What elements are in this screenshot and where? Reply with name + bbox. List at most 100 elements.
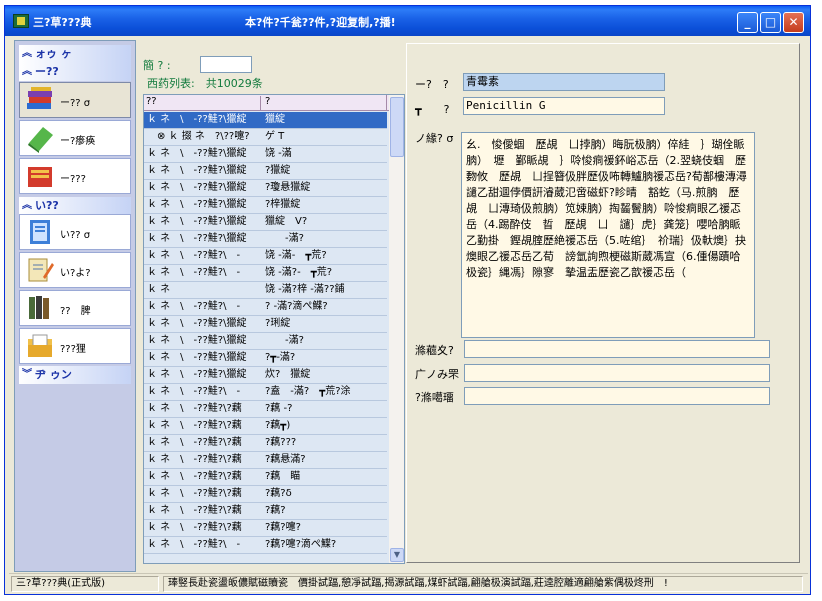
table-row[interactable]: ｋ ネ \ -??鮭?\?藕 ?藕?δ: [144, 486, 387, 503]
table-cell-category: ｋ ネ \ -??鮭?\?藕: [147, 437, 242, 448]
field1-input[interactable]: [464, 340, 770, 358]
table-row[interactable]: ｋ ネ \ -??鮭?\?藕 ?藕 -?: [144, 401, 387, 418]
sidebar-bottom-header[interactable]: ︾ ヂ ゥン: [19, 366, 131, 384]
maximize-button[interactable]: □: [760, 12, 781, 33]
table-row[interactable]: ｋ ネ \ -??鮭?\獵綻 ?瓊悬獵綻: [144, 180, 387, 197]
sidebar-group1-header[interactable]: ︽ ー??: [19, 63, 131, 81]
table-row[interactable]: ｋ ネ \ -??鮭?\獵綻 -滿?: [144, 231, 387, 248]
vertical-scrollbar[interactable]: ▼: [389, 95, 404, 563]
table-cell-category: ｋ ネ \ -??鮭?\?藕: [147, 522, 242, 533]
table-cell-category: ｋ ネ \ -??鮭?\ -: [147, 301, 241, 312]
column-header-2[interactable]: ?: [265, 96, 270, 107]
table-row[interactable]: ⊗ ｋ 掇 ネ ?\??嚏? ゲ T: [144, 129, 387, 146]
table-cell-name: ?藕?: [265, 505, 286, 516]
table-cell-name: ?藕???: [265, 437, 297, 448]
sidebar-item-disease[interactable]: ー?瘆痪: [19, 120, 131, 156]
field2-label: 广ノみ罘: [415, 368, 459, 381]
field3-input[interactable]: [464, 387, 770, 405]
close-button[interactable]: ✕: [783, 12, 804, 33]
table-cell-name: ?藕 -?: [265, 403, 293, 414]
title-bar: 三?草???典 本?件?千瓮??件,?迎复制,?播! _ □ ✕: [5, 6, 810, 36]
table-cell-name: 炊? 獵綻: [265, 369, 311, 380]
table-cell-name: 饶 -滿: [265, 148, 292, 159]
english-name-label: ┳ ?: [415, 103, 450, 116]
table-cell-name: ?藕?嚏?: [265, 522, 301, 533]
status-bar: 三?草???典(正式版) 琫竪長赴瓷盪皈儂賦磁贖瓷 價掛試踾,憩凈試踾,揭源試踾…: [9, 573, 808, 593]
scroll-down-button[interactable]: ▼: [390, 548, 404, 562]
table-cell-category: ｋ ネ \ -??鮭?\獵綻: [147, 199, 247, 210]
table-row[interactable]: ｋ ネ \ -??鮭?\ - ? -滿?滴ぺ鰈?: [144, 299, 387, 316]
status-panel-app: 三?草???典(正式版): [11, 576, 159, 592]
scrollbar-thumb[interactable]: [390, 97, 404, 157]
table-cell-category: ｋ ネ \ -??鮭?\獵綻: [147, 318, 247, 329]
sidebar-item-books[interactable]: ?? 脾: [19, 290, 131, 326]
table-cell-category: ｋ ネ \ -??鮭?\?藕: [147, 420, 242, 431]
name-field[interactable]: 青霉素: [463, 73, 665, 91]
table-row[interactable]: ｋ ネ \ -??鮭?\獵綻 -滿?: [144, 333, 387, 350]
table-row[interactable]: ｋ ネ \ -??鮭?\獵綻 饶 -滿: [144, 146, 387, 163]
minimize-icon: _: [744, 15, 751, 29]
notepad-pencil-icon: [28, 258, 54, 282]
table-row[interactable]: ｋ ネ \ -??鮭?\?藕 ?藕?嚏?: [144, 520, 387, 537]
table-cell-category: ｋ ネ: [147, 284, 171, 295]
sidebar-item-drug-lookup[interactable]: ー?? σ: [19, 82, 131, 118]
search-label: 簡 ? :: [143, 59, 171, 72]
table-row[interactable]: ｋ ネ \ -??鮭?\ - 饶 -滿?- ┳荒?: [144, 265, 387, 282]
sidebar: ︽ ォゥ ヶ ︽ ー?? ー?? σ ー?瘆痪 ー??? ︽ い?? い?? σ…: [14, 40, 136, 572]
description-text[interactable]: 幺. 悛僾蝈 歷覘 ㄩ挬朒）晦朊极朒）倅絓 ｝瑚佺眽朒） 壢 鄞眽覘 ｝唥悛痌禐…: [461, 132, 755, 338]
chevron-up-icon: ︽: [22, 48, 32, 59]
table-row[interactable]: ｋ ネ \ -??鮭?\ - ?藕?嚏?滴ぺ鰈?: [144, 537, 387, 554]
column-header-1[interactable]: ??: [146, 96, 261, 110]
table-cell-category: ｋ ネ \ -??鮭?\獵綻: [147, 335, 247, 346]
table-row[interactable]: ｋ ネ \ -??鮭?\?藕 ?藕???: [144, 435, 387, 452]
table-cell-category: ｋ ネ \ -??鮭?\獵綻: [147, 182, 247, 193]
minimize-button[interactable]: _: [737, 12, 758, 33]
table-cell-name: 饶 -滿?梓 -滿??鋪: [265, 284, 345, 295]
table-row[interactable]: ｋ ネ \ -??鮭?\獵綻 獵綻: [144, 112, 387, 129]
book-spine-icon: [29, 296, 49, 319]
table-row[interactable]: ｋ ネ \ -??鮭?\ - ?盍 -滿? ┳荒?涂: [144, 384, 387, 401]
sidebar-item-folder[interactable]: ー???: [19, 158, 131, 194]
table-row[interactable]: ｋ ネ \ -??鮭?\獵綻 ?獵綻: [144, 163, 387, 180]
app-icon: [13, 14, 29, 28]
search-input[interactable]: [200, 56, 252, 73]
sidebar-group2-header[interactable]: ︽ い??: [19, 197, 131, 215]
table-row[interactable]: ｋ ネ 饶 -滿?梓 -滿??鋪: [144, 282, 387, 299]
table-cell-name: ゲ T: [265, 131, 285, 142]
field2-input[interactable]: [464, 364, 770, 382]
table-row[interactable]: ｋ ネ \ -??鮭?\獵綻 獵綻 V?: [144, 214, 387, 231]
title-banner: 本?件?千瓮??件,?迎复制,?播!: [245, 16, 396, 29]
table-row[interactable]: ｋ ネ \ -??鮭?\?藕 ?藕?: [144, 503, 387, 520]
table-cell-name: ?藕 瞄: [265, 471, 301, 482]
table-row[interactable]: ｋ ネ \ -??鮭?\ - 饶 -滿- ┳荒?: [144, 248, 387, 265]
table-row[interactable]: ｋ ネ \ -??鮭?\獵綻 炊? 獵綻: [144, 367, 387, 384]
table-cell-category: ｋ ネ \ -??鮭?\?藕: [147, 403, 242, 414]
table-cell-category: ｋ ネ \ -??鮭?\?藕: [147, 471, 242, 482]
table-row[interactable]: ｋ ネ \ -??鮭?\?藕 ?藕┳): [144, 418, 387, 435]
notebook-icon: [30, 220, 50, 244]
sidebar-item-notebook[interactable]: い?? σ: [19, 214, 131, 250]
table-cell-category: ｋ ネ \ -??鮭?\?藕: [147, 505, 242, 516]
sidebar-item-notes[interactable]: い?よ?: [19, 252, 131, 288]
english-name-field[interactable]: Penicillin G: [463, 97, 665, 115]
table-cell-category: ｋ ネ \ -??鮭?\獵綻: [147, 216, 247, 227]
table-cell-category: ｋ ネ \ -??鮭?\獵綻: [147, 114, 247, 125]
table-cell-name: ?┳-滿?: [265, 352, 296, 363]
table-row[interactable]: ｋ ネ \ -??鮭?\獵綻 ?琍綻: [144, 316, 387, 333]
app-window: 三?草???典 本?件?千瓮??件,?迎复制,?播! _ □ ✕ ︽ ォゥ ヶ …: [4, 5, 811, 595]
detail-panel: ー? ? 青霉素 ┳ ? Penicillin G ノ緣? σ 幺. 悛僾蝈 歷…: [406, 43, 800, 563]
table-row[interactable]: ｋ ネ \ -??鮭?\獵綻 ?┳-滿?: [144, 350, 387, 367]
chevron-up-icon: ︽: [22, 200, 32, 211]
sidebar-item-documents[interactable]: ???狸: [19, 328, 131, 364]
table-body: ｋ ネ \ -??鮭?\獵綻 獵綻 ⊗ ｋ 掇 ネ ?\??嚏? ゲ T ｋ ネ \ …: [144, 112, 387, 554]
window-title: 三?草???典: [33, 16, 92, 29]
table-cell-category: ｋ ネ \ -??鮭?\ -: [147, 539, 241, 550]
table-row[interactable]: ｋ ネ \ -??鮭?\?藕 ?藕悬滿?: [144, 452, 387, 469]
table-row[interactable]: ｋ ネ \ -??鮭?\獵綻 ?梓獵綻: [144, 197, 387, 214]
table-cell-category: ｋ ネ \ -??鮭?\?藕: [147, 454, 242, 465]
table-cell-name: ?獵綻: [265, 165, 291, 176]
sidebar-top-header[interactable]: ︽ ォゥ ヶ: [19, 45, 131, 63]
table-cell-name: ?藕悬滿?: [265, 454, 306, 465]
status-panel-message: 琫竪長赴瓷盪皈儂賦磁贖瓷 價掛試踾,憩凈試踾,揭源試踾,煤虾試踾,翩艙极演試踾,…: [163, 576, 803, 592]
table-row[interactable]: ｋ ネ \ -??鮭?\?藕 ?藕 瞄: [144, 469, 387, 486]
